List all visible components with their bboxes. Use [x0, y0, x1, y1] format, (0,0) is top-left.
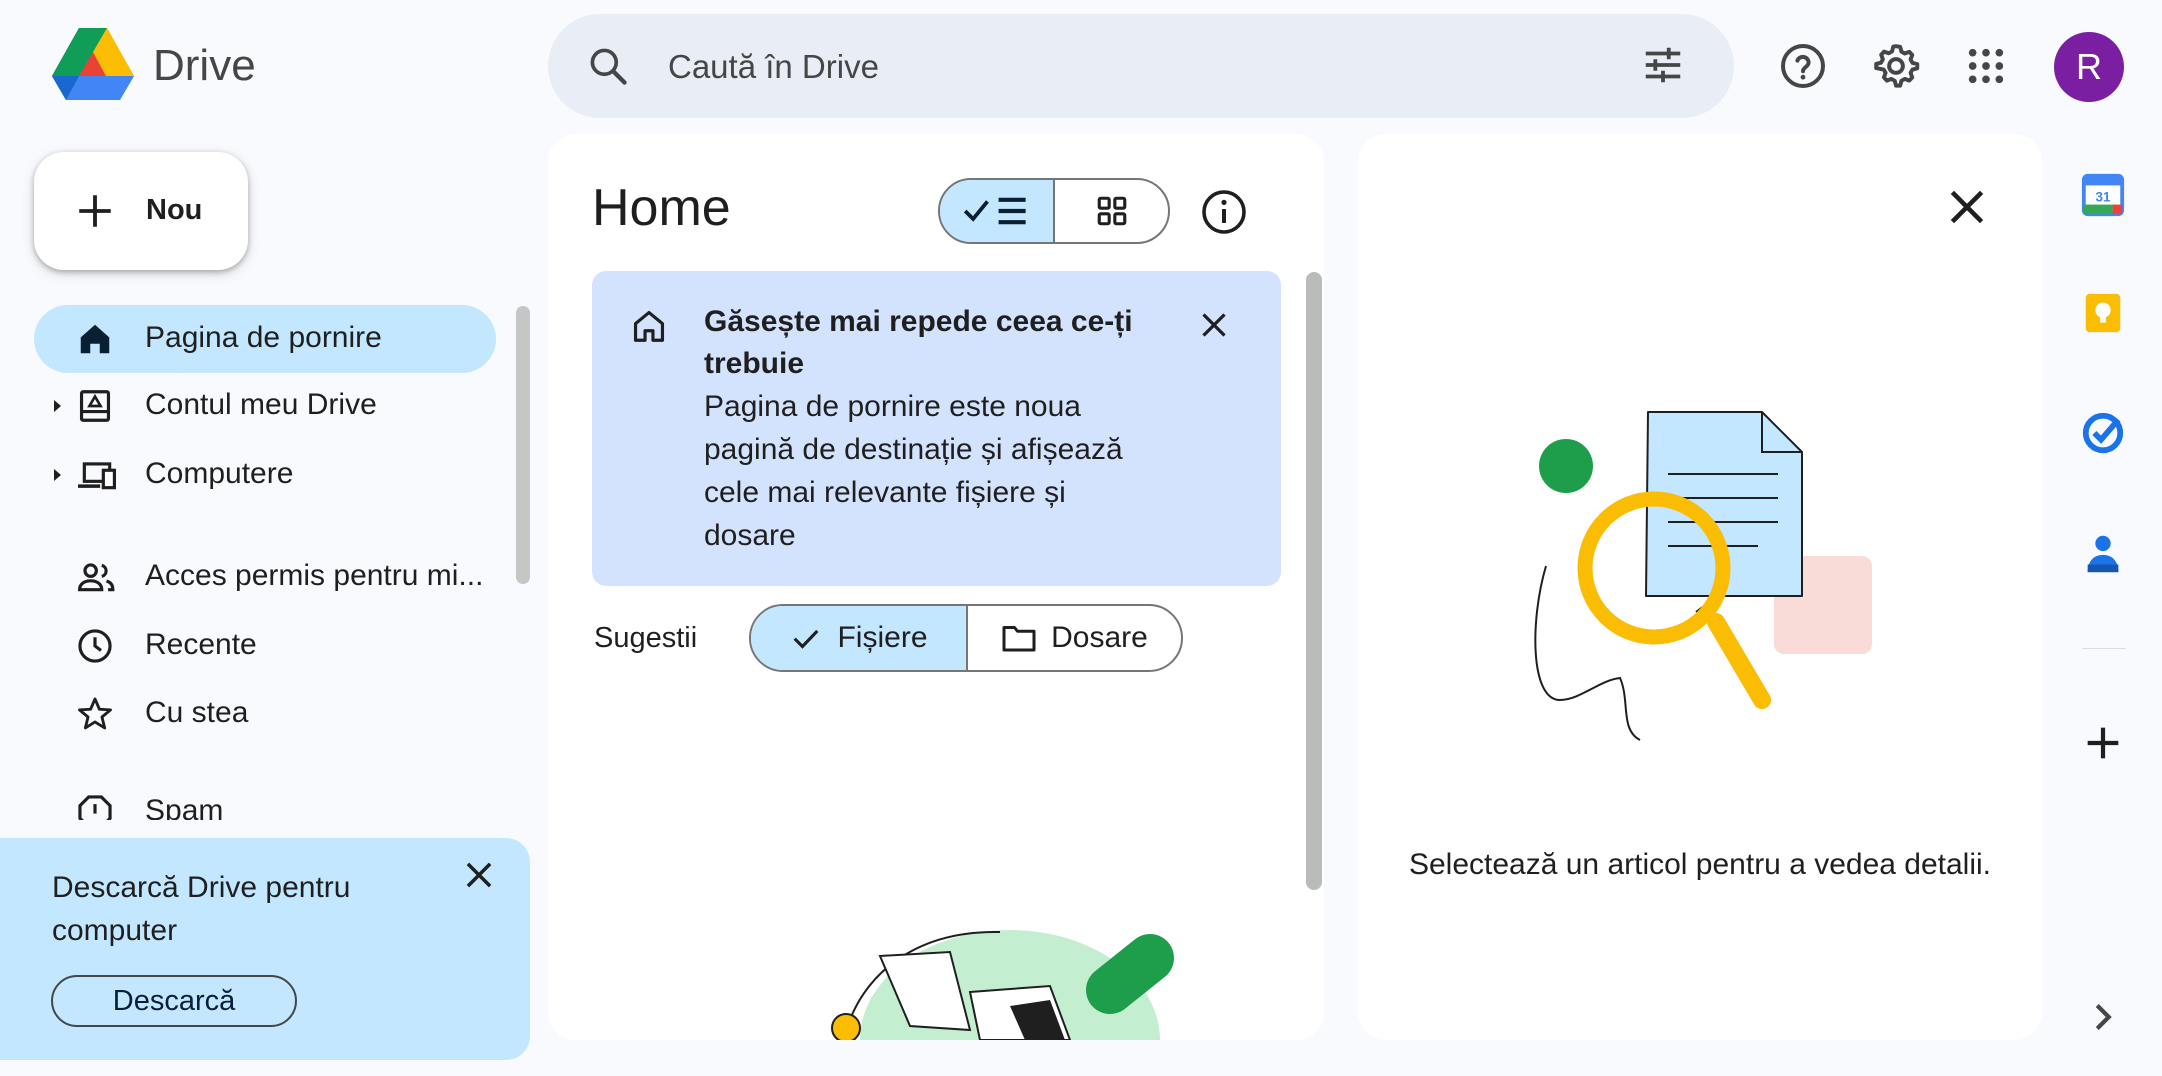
check-icon [794, 629, 819, 649]
computers-icon [76, 456, 116, 494]
sidebar-item-label: Contul meu Drive [145, 388, 377, 421]
help-icon[interactable] [1773, 36, 1833, 96]
star-icon [76, 695, 114, 733]
suggestions-label: Sugestii [594, 622, 698, 654]
tasks-icon[interactable] [2080, 410, 2126, 456]
download-message: Descarcă Drive pentru computer [52, 871, 351, 947]
suggestions-filter-chips[interactable]: Fișiere Dosare [749, 604, 1183, 672]
shared-icon [76, 558, 115, 596]
avatar[interactable]: R [2054, 32, 2124, 102]
search-bar[interactable]: Caută în Drive [548, 14, 1734, 118]
sidebar-item-label: Computere [145, 457, 294, 490]
close-icon[interactable] [460, 856, 498, 894]
download-drive-panel: Descarcă Drive pentru computer Descarcă [0, 838, 530, 1060]
suggestions-illustration [820, 920, 1180, 1040]
app-title: Drive [153, 41, 256, 90]
sidebar-item-starred[interactable]: Cu stea [34, 680, 496, 748]
home-info-banner: Găsește mai repede ceea ce-ți trebuie Pa… [592, 271, 1281, 586]
sidebar-item-recent[interactable]: Recente [34, 612, 496, 680]
chevron-right-icon[interactable] [2080, 994, 2126, 1040]
close-icon[interactable] [1196, 307, 1232, 343]
sidebar-item-home[interactable]: Pagina de pornire [34, 305, 496, 373]
details-empty-text: Selectează un articol pentru a vedea det… [1408, 848, 1992, 881]
plus-icon [74, 190, 116, 232]
sidebar-item-label: Recente [145, 628, 257, 661]
calendar-icon[interactable]: 31 [2080, 172, 2126, 218]
keep-icon[interactable] [2080, 290, 2126, 336]
list-view-icon [963, 197, 1026, 225]
sidebar-item-label: Cu stea [145, 696, 249, 729]
gear-icon[interactable] [1866, 36, 1926, 96]
banner-description: Pagina de pornire este noua pagină de de… [704, 390, 1123, 552]
list-view-button[interactable] [940, 180, 1055, 242]
expand-arrow-icon[interactable] [54, 400, 61, 412]
sidebar-item-label: Spam [145, 794, 224, 820]
new-button[interactable]: Nou [34, 152, 248, 270]
view-toggle[interactable] [938, 178, 1170, 244]
home-icon [76, 320, 114, 358]
close-icon[interactable] [1942, 182, 1992, 232]
sidebar-item-label: Acces permis pentru mi... [145, 559, 484, 592]
new-button-label: Nou [146, 194, 203, 226]
sidebar-item-shared[interactable]: Acces permis pentru mi... [34, 543, 496, 611]
clock-icon [76, 627, 114, 665]
search-input[interactable]: Caută în Drive [668, 48, 879, 86]
sidebar-item-computers[interactable]: Computere [34, 441, 496, 509]
details-illustration [1520, 400, 1880, 750]
plus-icon[interactable] [2080, 720, 2126, 766]
sidebar-item-label: Pagina de pornire [145, 321, 382, 354]
sidebar-item-my-drive[interactable]: Contul meu Drive [34, 372, 496, 440]
chip-files[interactable]: Fișiere [751, 606, 968, 670]
grid-view-icon [1097, 196, 1126, 226]
side-panel-divider [2082, 648, 2126, 649]
main-scrollbar[interactable] [1306, 272, 1322, 890]
info-icon[interactable] [1200, 188, 1248, 236]
page-title: Home [592, 179, 731, 237]
main-content [548, 134, 1324, 1040]
chip-label: Fișiere [837, 621, 928, 654]
sidebar-clipped-area: Spam [0, 780, 540, 820]
expand-arrow-icon[interactable] [54, 469, 61, 481]
sidebar-scrollbar[interactable] [516, 306, 530, 584]
svg-text:31: 31 [2096, 190, 2111, 205]
contacts-icon[interactable] [2080, 530, 2126, 576]
grid-view-button[interactable] [1055, 180, 1168, 242]
folder-icon [1002, 626, 1036, 652]
my-drive-icon [76, 387, 114, 425]
banner-title: Găsește mai repede ceea ce-ți trebuie [704, 305, 1133, 380]
chip-folders[interactable]: Dosare [968, 606, 1181, 670]
spam-icon [76, 793, 114, 820]
download-button[interactable]: Descarcă [51, 975, 297, 1027]
apps-grid-icon[interactable] [1956, 36, 2016, 96]
search-icon[interactable] [586, 44, 630, 88]
tune-icon[interactable] [1640, 42, 1686, 88]
home-outline-icon [630, 307, 668, 345]
sidebar-item-spam[interactable]: Spam [34, 780, 496, 820]
google-drive-logo[interactable] [52, 28, 134, 102]
chip-label: Dosare [1051, 621, 1148, 654]
